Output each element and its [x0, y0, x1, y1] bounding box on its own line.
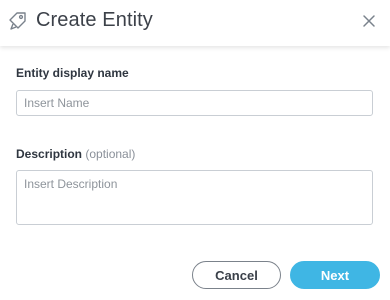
tag-icon: [7, 10, 29, 32]
dialog-title: Create Entity: [36, 9, 153, 31]
next-button-label: Next: [320, 267, 350, 283]
description-label-text: Description: [16, 147, 83, 161]
entity-name-label-text: Entity display name: [16, 66, 129, 80]
entity-name-label: Entity display name: [16, 66, 129, 80]
description-input[interactable]: [16, 170, 373, 225]
optional-hint: (optional): [85, 147, 136, 161]
dialog-header: Create Entity: [0, 0, 390, 46]
next-button[interactable]: Next: [290, 261, 380, 289]
cancel-button-label: Cancel: [215, 267, 258, 283]
cancel-button[interactable]: Cancel: [192, 261, 281, 289]
entity-name-input[interactable]: [16, 90, 373, 116]
description-label: Description (optional): [16, 147, 135, 161]
close-icon[interactable]: [358, 10, 380, 32]
